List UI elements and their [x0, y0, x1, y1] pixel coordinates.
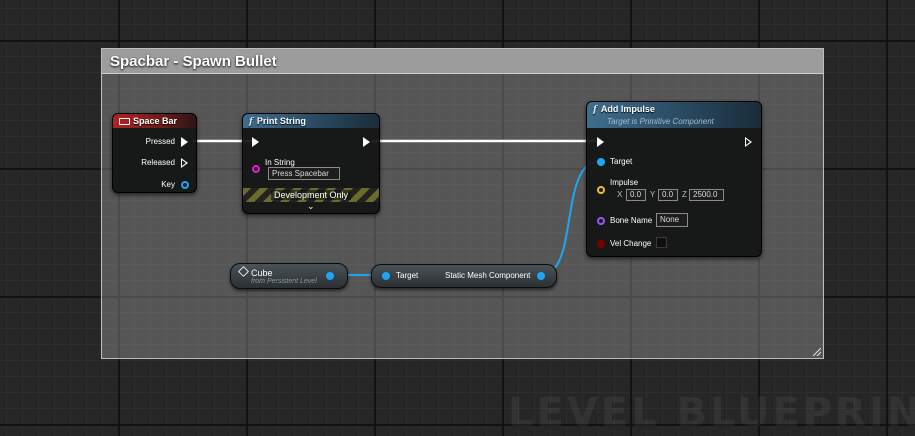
print-string-node-title: Print String	[256, 116, 306, 126]
vel-change-pin[interactable]	[597, 240, 605, 248]
impulse-y-field[interactable]: 0.0	[658, 189, 678, 201]
development-only-banner: Development Only	[243, 188, 379, 202]
impulse-label: Impulse	[610, 178, 639, 187]
development-only-label: Development Only	[270, 190, 352, 200]
add-impulse-node-subtitle: Target is Primitive Component	[607, 117, 714, 126]
add-impulse-node[interactable]: f Add Impulse Target is Primitive Compone…	[586, 101, 762, 257]
add-impulse-exec-in-pin[interactable]	[597, 137, 604, 147]
cube-reference-node[interactable]: Cube from Persistent Level	[230, 263, 348, 289]
in-string-input-pin[interactable]	[252, 165, 260, 173]
function-icon: f	[249, 117, 253, 127]
getter-target-input-pin[interactable]	[382, 272, 390, 280]
key-output-pin[interactable]	[181, 181, 189, 189]
impulse-x-field[interactable]: 0.0	[626, 189, 646, 201]
impulse-target-pin[interactable]	[597, 158, 605, 166]
expand-chevron-down-icon[interactable]: ⌄	[307, 201, 315, 212]
cube-node-title: Cube	[251, 268, 273, 278]
cube-node-title-wrap: Cube	[238, 266, 273, 278]
impulse-z-axis-label: Z	[682, 190, 687, 199]
keyboard-icon	[119, 118, 130, 125]
space-bar-node-title: Space Bar	[133, 116, 178, 126]
pressed-pin-label: Pressed	[145, 137, 175, 146]
released-exec-pin[interactable]	[181, 158, 188, 168]
pressed-exec-pin[interactable]	[181, 137, 188, 147]
impulse-z-field[interactable]: 2500.0	[689, 189, 724, 201]
print-string-node[interactable]: f Print String In String Press Spacebar D…	[242, 113, 380, 214]
get-static-mesh-component-node[interactable]: Target Static Mesh Component	[371, 264, 557, 288]
vel-change-label: Vel Change	[610, 239, 652, 248]
print-string-exec-out-pin[interactable]	[363, 137, 370, 147]
add-impulse-exec-out-pin[interactable]	[745, 137, 752, 147]
space-bar-event-node[interactable]: Space Bar Pressed Released Key	[112, 113, 197, 193]
impulse-vector-pin[interactable]	[597, 186, 605, 194]
print-string-node-header[interactable]: f Print String	[243, 114, 379, 128]
in-string-pin-label: In String	[265, 158, 295, 167]
add-impulse-node-header[interactable]: f Add Impulse Target is Primitive Compone…	[587, 102, 761, 128]
space-bar-node-header[interactable]: Space Bar	[113, 114, 196, 128]
cube-icon	[238, 266, 249, 277]
add-impulse-node-title: Add Impulse	[600, 104, 655, 114]
bone-name-field[interactable]: None	[656, 213, 688, 227]
in-string-field[interactable]: Press Spacebar	[268, 167, 340, 180]
bone-name-label: Bone Name	[610, 216, 653, 225]
wires-layer	[193, 139, 601, 276]
cube-output-pin[interactable]	[326, 272, 334, 280]
impulse-y-axis-label: Y	[650, 190, 656, 199]
bone-name-pin[interactable]	[597, 217, 605, 225]
vel-change-checkbox[interactable]	[656, 237, 667, 248]
print-string-exec-in-pin[interactable]	[252, 137, 259, 147]
cube-node-subtitle: from Persistent Level	[251, 278, 317, 285]
function-icon: f	[593, 105, 597, 115]
impulse-target-label: Target	[610, 157, 633, 166]
released-pin-label: Released	[141, 158, 175, 167]
key-pin-label: Key	[161, 180, 175, 189]
static-mesh-component-output-pin[interactable]	[537, 272, 545, 280]
blueprint-graph[interactable]: LEVEL BLUEPRINT Spacbar - Spawn Bullet S…	[0, 0, 915, 436]
getter-output-label: Static Mesh Component	[445, 271, 531, 280]
impulse-x-axis-label: X	[617, 190, 623, 199]
getter-target-label: Target	[396, 271, 419, 280]
